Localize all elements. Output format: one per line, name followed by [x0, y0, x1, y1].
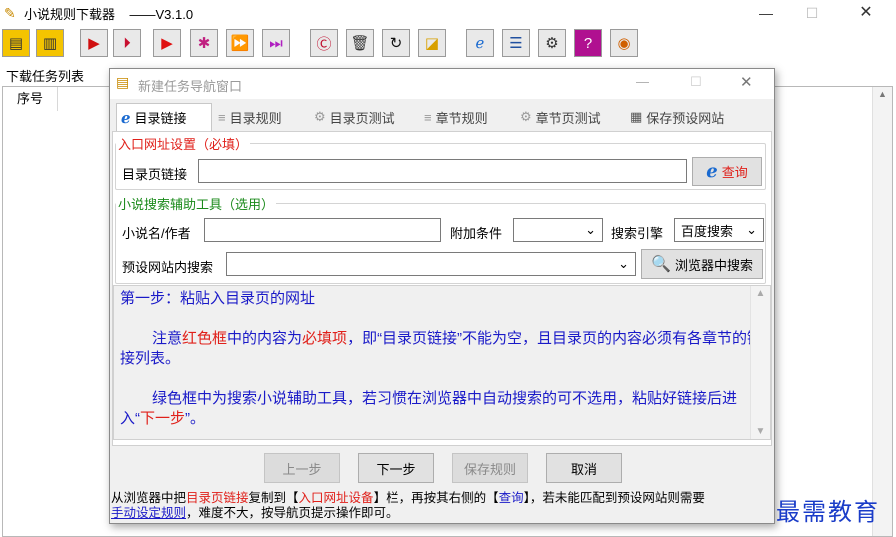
- ie-icon[interactable]: ℯ: [466, 29, 494, 57]
- help-textarea[interactable]: 第一步：粘贴入目录页的网址 注意红色框中的内容为必填项，即“目录页链接”不能为空…: [113, 285, 771, 440]
- prev-step-button[interactable]: 上一步: [264, 453, 340, 483]
- book-icon[interactable]: ▤: [2, 29, 30, 57]
- dialog-maximize-button[interactable]: ☐: [690, 74, 702, 90]
- cancel-button[interactable]: 取消: [546, 453, 622, 483]
- tab-catalog-test[interactable]: ⚙ 目录页测试: [310, 103, 418, 131]
- notebook-icon[interactable]: ☰: [502, 29, 530, 57]
- play-gear-icon[interactable]: ✱: [190, 29, 218, 57]
- preset-site-select[interactable]: ⌄: [226, 252, 636, 276]
- novel-name-input[interactable]: [204, 218, 441, 242]
- trash-icon[interactable]: 🗑: [346, 29, 374, 57]
- help-paragraph-1: 注意红色框中的内容为必填项，即“目录页链接”不能为空，且目录页的内容必须有各章节…: [120, 330, 763, 367]
- save-icon: ▦: [630, 109, 643, 124]
- dialog-logo-icon: ▤: [116, 74, 130, 90]
- play-step-icon[interactable]: ⏵: [113, 29, 141, 57]
- help-icon[interactable]: ?: [574, 29, 602, 57]
- gear-icon: ⚙: [520, 109, 532, 124]
- ie-icon: ℯ: [121, 109, 131, 127]
- dialog-close-button[interactable]: ✕: [740, 73, 753, 91]
- folder-icon[interactable]: ◪: [418, 29, 446, 57]
- search-icon: 🔍: [651, 256, 671, 273]
- chevron-down-icon: ⌄: [618, 256, 629, 271]
- minimize-button[interactable]: —: [743, 0, 789, 26]
- novel-name-label: 小说名/作者: [122, 226, 191, 241]
- play-red-icon[interactable]: ▶: [80, 29, 108, 57]
- watermark: 最需教育: [776, 500, 880, 526]
- dialog-title: 新建任务导航窗口: [138, 79, 243, 94]
- help-scrollbar[interactable]: ▲ ▼: [750, 286, 770, 439]
- play-icon[interactable]: ▶: [153, 29, 181, 57]
- extra-condition-label: 附加条件: [450, 226, 503, 241]
- dialog-minimize-button[interactable]: —: [636, 74, 649, 89]
- task-list-title: 下载任务列表: [6, 69, 85, 84]
- help-paragraph-2: 绿色框中为搜索小说辅助工具，若习惯在浏览器中自动搜索的可不选用，粘贴好链接后进入…: [120, 390, 738, 427]
- search-engine-label: 搜索引擎: [611, 226, 664, 241]
- maximize-button[interactable]: ☐: [789, 0, 835, 26]
- close-button[interactable]: ✕: [843, 0, 889, 26]
- task-list-scrollbar[interactable]: ▲: [872, 87, 892, 536]
- list-icon[interactable]: ▥: [36, 29, 64, 57]
- catalog-url-label: 目录页链接: [122, 167, 188, 182]
- browser-search-button[interactable]: 🔍 浏览器中搜索: [641, 249, 763, 279]
- app-title: 小说规则下载器 ——V3.1.0: [24, 7, 194, 22]
- gear-icon[interactable]: ⚙: [538, 29, 566, 57]
- tab-chapter-rule[interactable]: ≡ 章节规则: [420, 103, 514, 131]
- ie-search-icon: ℯ: [706, 161, 718, 181]
- catalog-url-input[interactable]: [198, 159, 687, 183]
- save-rule-button[interactable]: 保存规则: [452, 453, 528, 483]
- tab-catalog-link[interactable]: ℯ 目录链接: [116, 103, 212, 131]
- chat-icon[interactable]: ◉: [610, 29, 638, 57]
- gear-icon: ⚙: [314, 109, 326, 124]
- chevron-down-icon: ⌄: [585, 222, 596, 237]
- tab-chapter-test[interactable]: ⚙ 章节页测试: [516, 103, 624, 131]
- dialog-status-text: 从浏览器中把目录页链接复制到【入口网址设备】栏，再按其右侧的【查询】，若未能匹配…: [111, 491, 705, 520]
- play-double-icon[interactable]: ⏩: [226, 29, 254, 57]
- search-engine-select[interactable]: 百度搜索 ⌄: [674, 218, 764, 242]
- tab-catalog-rule[interactable]: ≡ 目录规则: [214, 103, 308, 131]
- help-step: 第一步：粘贴入目录页的网址: [120, 290, 316, 307]
- reload-icon[interactable]: ↻: [382, 29, 410, 57]
- extra-condition-select[interactable]: ⌄: [513, 218, 603, 242]
- next-step-button[interactable]: 下一步: [358, 453, 434, 483]
- list-icon: ≡: [218, 109, 226, 125]
- chevron-down-icon: ⌄: [746, 222, 757, 237]
- column-header-index[interactable]: 序号: [3, 87, 58, 111]
- refresh-c-icon[interactable]: Ⓒ: [310, 29, 338, 57]
- tab-save-preset[interactable]: ▦ 保存预设网站: [626, 103, 750, 131]
- app-logo-icon: ✎: [4, 5, 16, 21]
- list-icon: ≡: [424, 109, 432, 125]
- entry-url-legend: 入口网址设置（必填）: [118, 137, 249, 152]
- search-helper-legend: 小说搜索辅助工具（选用）: [118, 197, 275, 212]
- query-button[interactable]: ℯ 查询: [692, 157, 762, 186]
- fast-forward-icon[interactable]: ⏭: [262, 29, 290, 57]
- preset-site-label: 预设网站内搜索: [122, 260, 214, 275]
